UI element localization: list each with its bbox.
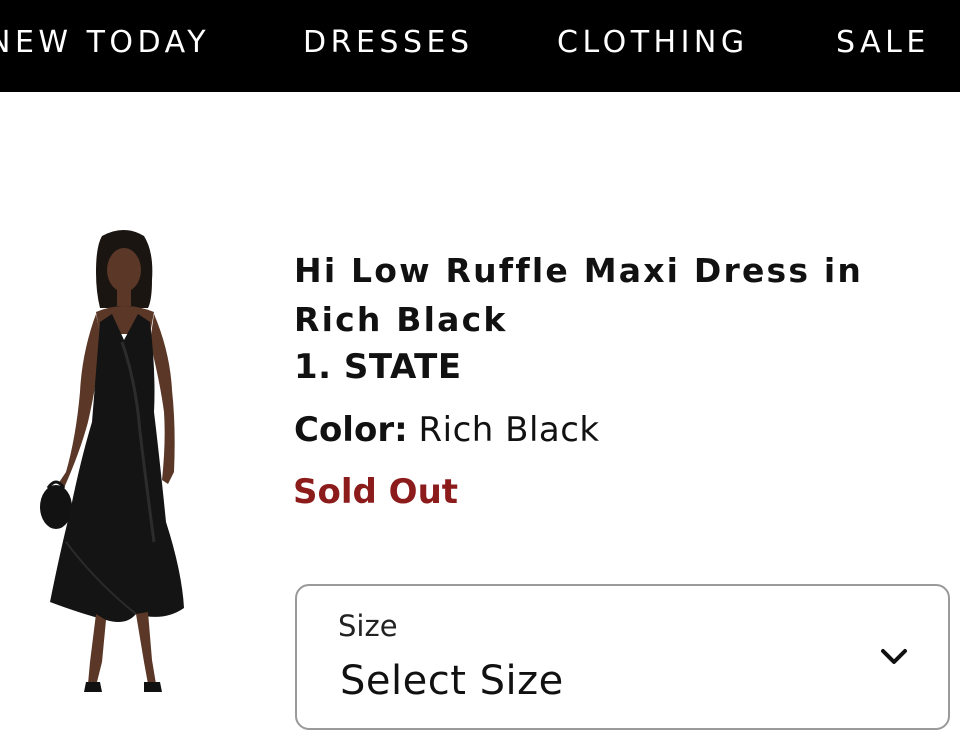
chevron-down-icon	[881, 649, 907, 664]
nav-item-clothing[interactable]: CLOTHING	[557, 23, 749, 63]
product-brand[interactable]: 1. STATE	[294, 344, 462, 390]
model-shoes	[84, 682, 102, 692]
nav-item-sale[interactable]: SALE	[836, 23, 930, 63]
nav-item-new-today[interactable]: NEW TODAY	[0, 23, 210, 63]
model-right-leg	[136, 612, 156, 684]
product-color: Color: Rich Black	[294, 407, 600, 453]
product-image[interactable]	[36, 222, 196, 700]
model-left-leg	[88, 614, 106, 686]
color-value: Rich Black	[418, 410, 600, 450]
size-dropdown[interactable]: Size Select Size	[295, 584, 950, 730]
size-selected-value: Select Size	[340, 658, 564, 704]
sold-out-status: Sold Out	[293, 472, 459, 512]
size-label: Size	[338, 609, 398, 643]
handbag	[40, 485, 72, 529]
color-label: Color:	[294, 410, 408, 450]
model-face	[107, 248, 141, 292]
nav-item-dresses[interactable]: DRESSES	[303, 23, 473, 63]
top-nav: NEW TODAY DRESSES CLOTHING SALE	[0, 0, 960, 92]
product-title: Hi Low Ruffle Maxi Dress in Rich Black	[294, 251, 864, 339]
